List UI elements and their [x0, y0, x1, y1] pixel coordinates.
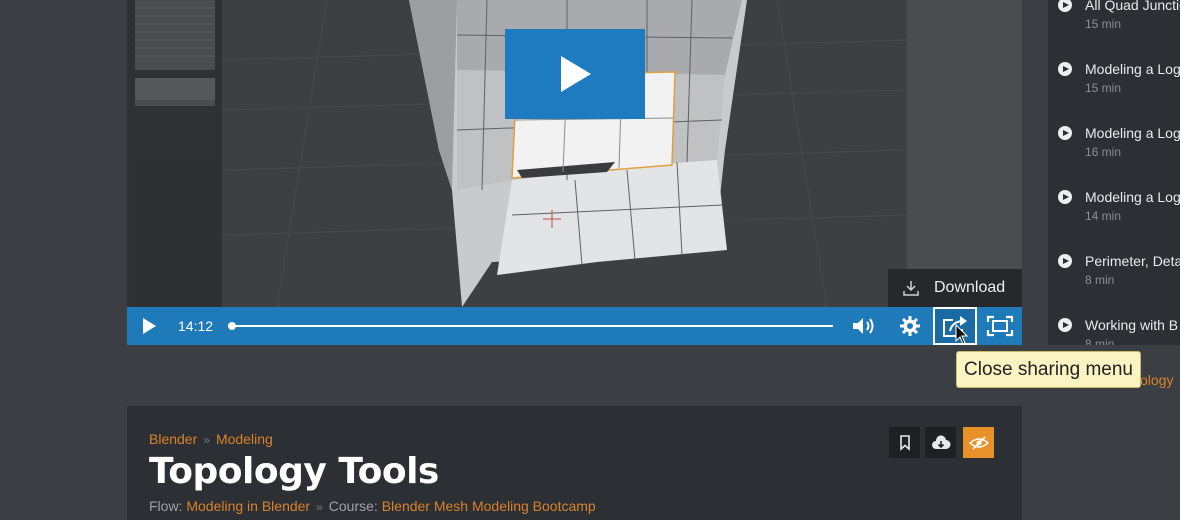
current-time: 14:12 — [178, 318, 214, 334]
cursor-icon — [955, 324, 969, 345]
play-icon — [561, 56, 591, 92]
flow-course-line: Flow: Modeling in Blender » Course: Blende… — [149, 498, 596, 514]
playlist-item-duration: 14 min — [1085, 209, 1122, 223]
lesson-info-card: Blender » Modeling Topology Tools Flow: Mo… — [127, 406, 1022, 520]
playlist-item-title: Modeling a Log — [1085, 61, 1180, 77]
fullscreen-button[interactable] — [984, 307, 1016, 345]
playlist-item[interactable]: Working with B 8 min — [1058, 317, 1180, 345]
sharing-tooltip: Close sharing menu — [956, 351, 1141, 388]
play-circle-icon — [1058, 318, 1072, 332]
big-play-button[interactable] — [505, 29, 645, 119]
playlist-item[interactable]: Modeling a Log 16 min — [1058, 125, 1180, 165]
play-circle-icon — [1058, 0, 1072, 12]
play-circle-icon — [1058, 62, 1072, 76]
course-link[interactable]: Blender Mesh Modeling Bootcamp — [382, 498, 596, 514]
fullscreen-icon — [986, 315, 1014, 337]
playlist-item-duration: 15 min — [1085, 17, 1122, 31]
playlist-item-duration: 8 min — [1085, 273, 1115, 287]
playlist-item-title: Perimeter, Deta — [1085, 253, 1180, 269]
playlist-sidebar: All Quad Junctions 15 min Modeling a Log… — [1048, 0, 1180, 345]
playlist-item-title: All Quad Junctions — [1085, 0, 1180, 13]
playlist-item-title: Modeling a Log — [1085, 125, 1180, 141]
flow-separator: » — [316, 500, 323, 514]
play-circle-icon — [1058, 254, 1072, 268]
breadcrumb-blender[interactable]: Blender — [149, 431, 197, 447]
breadcrumb-separator: » — [203, 433, 210, 447]
breadcrumb-modeling[interactable]: Modeling — [216, 431, 273, 447]
playlist-item[interactable]: Modeling a Log 15 min — [1058, 61, 1180, 101]
breadcrumb: Blender » Modeling — [149, 431, 273, 447]
progress-handle[interactable] — [228, 322, 236, 330]
play-button[interactable] — [137, 307, 161, 345]
page-title: Topology Tools — [149, 451, 439, 492]
playlist-item[interactable]: Modeling a Log 14 min — [1058, 189, 1180, 229]
gear-icon — [900, 316, 920, 336]
cloud-download-icon — [931, 434, 950, 449]
hide-button[interactable] — [963, 427, 994, 458]
playlist-item[interactable]: Perimeter, Deta 8 min — [1058, 253, 1180, 293]
play-circle-icon — [1058, 190, 1072, 204]
flow-link[interactable]: Modeling in Blender — [186, 498, 310, 514]
progress-bar[interactable] — [228, 322, 833, 330]
playlist-item-duration: 8 min — [1085, 337, 1115, 345]
playlist-item-title: Working with B — [1085, 317, 1179, 333]
download-icon — [903, 281, 919, 296]
play-circle-icon — [1058, 126, 1072, 140]
volume-icon — [853, 318, 874, 334]
playlist-item-duration: 16 min — [1085, 145, 1122, 159]
download-menu-item[interactable]: Download — [888, 269, 1022, 307]
download-label: Download — [934, 279, 1006, 296]
settings-button[interactable] — [895, 307, 925, 345]
bookmark-icon — [899, 434, 910, 451]
eye-slash-icon — [968, 435, 989, 450]
control-bar: 14:12 — [127, 307, 1022, 345]
play-icon — [143, 318, 156, 334]
playlist-item-duration: 15 min — [1085, 81, 1122, 95]
video-player[interactable]: Download 14:12 — [127, 0, 1022, 345]
cloud-download-button[interactable] — [925, 427, 956, 458]
playlist-item[interactable]: All Quad Junctions 15 min — [1058, 0, 1180, 37]
flow-label: Flow: — [149, 498, 183, 514]
bookmark-button[interactable] — [889, 427, 920, 458]
course-label: Course: — [328, 498, 378, 514]
volume-button[interactable] — [849, 307, 879, 345]
related-link[interactable]: ology — [1140, 372, 1173, 388]
playlist-item-title: Modeling a Log — [1085, 189, 1180, 205]
